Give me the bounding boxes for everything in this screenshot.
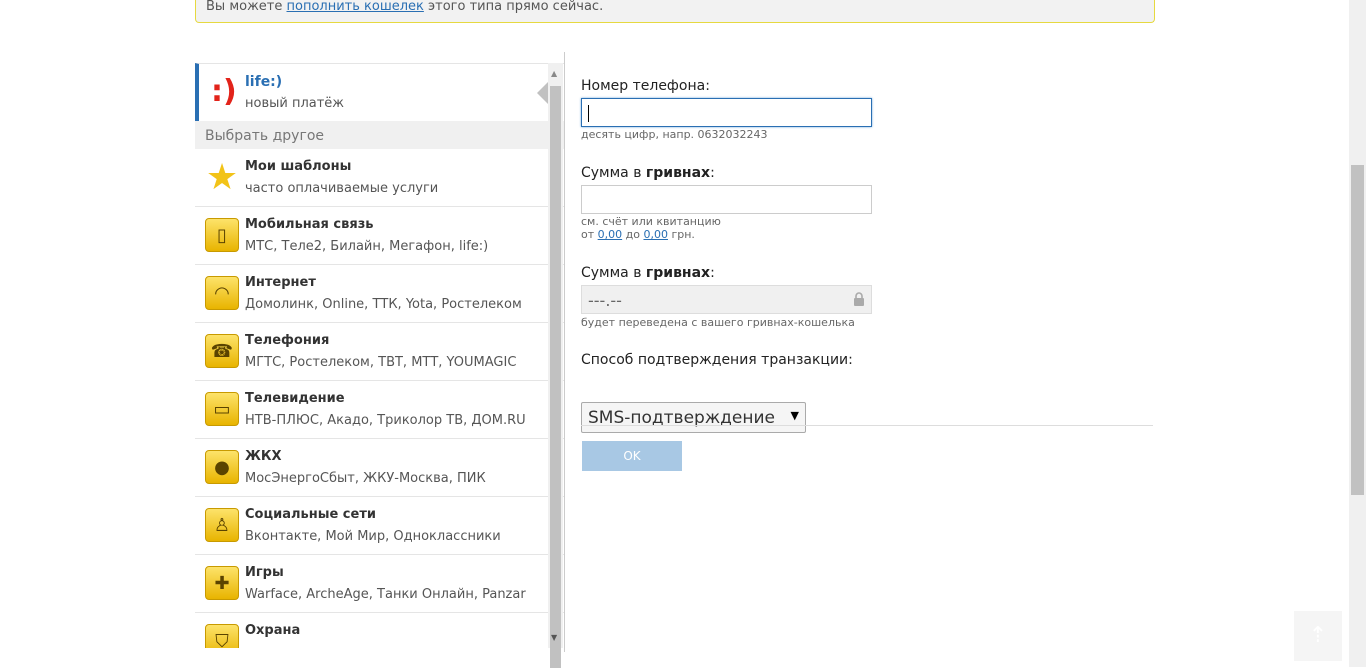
amount-hint-line2: от 0,00 до 0,00 грн. <box>581 228 721 241</box>
debit-amount-field: ---.-- <box>581 285 872 314</box>
amount-hint-to: до <box>622 228 644 241</box>
dropdown-arrow-icon: ▼ <box>790 409 799 422</box>
panel-divider <box>564 52 565 652</box>
category-item[interactable]: ▭ Телевидение НТВ-ПЛЮС, Акадо, Триколор ТВ… <box>195 381 564 439</box>
page-scrollbar[interactable] <box>1349 0 1366 667</box>
form-divider <box>581 425 1153 426</box>
amount-hint-from: от <box>581 228 598 241</box>
debit-label-prefix: Сумма в <box>581 265 646 281</box>
category-list: ★ Мои шаблоны часто оплачиваемые услуги ▯ Мо… <box>195 149 564 648</box>
category-desc: Домолинк, Online, ТТК, Yota, Ростелеком <box>245 297 522 312</box>
category-scroll-thumb[interactable] <box>550 86 561 668</box>
scroll-down-icon[interactable]: ▼ <box>551 633 557 642</box>
confirm-label: Способ подтверждения транзакции: <box>581 352 853 368</box>
notice-prefix: Вы можете <box>206 0 287 14</box>
phone-hint: десять цифр, напр. 0632032243 <box>581 128 768 141</box>
category-item[interactable]: ✚ Игры Warface, ArcheAge, Танки Онлайн, Pa… <box>195 555 564 613</box>
category-item[interactable]: ★ Мои шаблоны часто оплачиваемые услуги <box>195 149 564 207</box>
shield-icon: ⛉ <box>205 624 239 648</box>
category-title: Охрана <box>245 623 301 638</box>
lock-icon <box>854 292 864 306</box>
current-provider-sub: новый платёж <box>245 96 345 111</box>
category-title: Интернет <box>245 275 316 290</box>
category-item[interactable]: ⛉ Охрана <box>195 613 564 648</box>
amount-label-prefix: Сумма в <box>581 165 646 181</box>
category-title: Телефония <box>245 333 330 348</box>
selection-pointer <box>537 82 548 104</box>
debit-label-currency: гривнах <box>645 265 711 281</box>
amount-label-suffix: : <box>710 165 715 181</box>
lightbulb-icon: ● <box>205 450 239 484</box>
star-icon: ★ <box>205 156 239 198</box>
top-up-wallet-link[interactable]: пополнить кошелек <box>287 0 424 14</box>
text-caret <box>588 105 589 122</box>
choose-other-header: Выбрать другое <box>195 121 564 149</box>
people-icon: ♙ <box>205 508 239 542</box>
category-desc: МГТС, Ростелеком, ТВТ, МТТ, YOUMAGIC <box>245 355 517 370</box>
notice-suffix: этого типа прямо сейчас. <box>423 0 604 14</box>
tv-icon: ▭ <box>205 392 239 426</box>
category-desc: МТС, Теле2, Билайн, Мегафон, life:) <box>245 239 489 254</box>
category-title: Телевидение <box>245 391 345 406</box>
category-desc: НТВ-ПЛЮС, Акадо, Триколор ТВ, ДОМ.RU <box>245 413 526 428</box>
category-item[interactable]: ☎ Телефония МГТС, Ростелеком, ТВТ, МТТ, YO… <box>195 323 564 381</box>
category-scrollbar[interactable]: ▲ ▼ <box>548 63 563 668</box>
confirm-method-select[interactable]: SMS-подтверждение ▼ <box>581 402 806 433</box>
category-title: Мои шаблоны <box>245 159 352 174</box>
category-desc: МосЭнергоСбыт, ЖКУ-Москва, ПИК <box>245 471 486 486</box>
amount-input[interactable] <box>581 185 872 214</box>
debit-label: Сумма в гривнах: <box>581 265 715 281</box>
telephone-icon: ☎ <box>205 334 239 368</box>
arrow-up-icon: ⇡ <box>1308 623 1328 648</box>
category-title: Социальные сети <box>245 507 376 522</box>
amount-hint: см. счёт или квитанцию от 0,00 до 0,00 г… <box>581 215 721 241</box>
category-title: ЖКХ <box>245 449 282 464</box>
category-desc: часто оплачиваемые услуги <box>245 181 439 196</box>
amount-max-link[interactable]: 0,00 <box>643 228 668 241</box>
amount-label-currency: гривнах <box>645 165 711 181</box>
category-title: Игры <box>245 565 284 580</box>
amount-hint-line1: см. счёт или квитанцию <box>581 215 721 228</box>
debit-amount-value: ---.-- <box>588 291 622 310</box>
amount-label: Сумма в гривнах: <box>581 165 715 181</box>
phone-input[interactable] <box>581 98 872 127</box>
category-item[interactable]: ◠ Интернет Домолинк, Online, ТТК, Yota, Ро… <box>195 265 564 323</box>
scroll-up-icon[interactable]: ▲ <box>551 69 557 78</box>
category-desc: Warface, ArcheAge, Танки Онлайн, Panzar <box>245 587 526 602</box>
debit-hint: будет переведена с вашего гривнах-кошель… <box>581 316 855 329</box>
gamepad-icon: ✚ <box>205 566 239 600</box>
category-title: Мобильная связь <box>245 217 374 232</box>
phone-label: Номер телефона: <box>581 78 710 94</box>
scroll-to-top-button[interactable]: ⇡ <box>1294 611 1342 661</box>
ok-button[interactable]: OK <box>582 441 682 471</box>
amount-hint-currency: грн. <box>667 228 695 241</box>
wallet-notice: Вы можете пополнить кошелек этого типа п… <box>195 0 1155 23</box>
life-smiley-icon: :) <box>211 74 237 109</box>
wifi-icon: ◠ <box>205 276 239 310</box>
mobile-phone-icon: ▯ <box>205 218 239 252</box>
debit-label-suffix: : <box>710 265 715 281</box>
page-scroll-thumb[interactable] <box>1351 165 1364 495</box>
category-item[interactable]: ● ЖКХ МосЭнергоСбыт, ЖКУ-Москва, ПИК <box>195 439 564 497</box>
payment-category-panel: :) life:) новый платёж Выбрать другое ★ М… <box>195 63 564 648</box>
category-item[interactable]: ▯ Мобильная связь МТС, Теле2, Билайн, Мега… <box>195 207 564 265</box>
category-desc: Вконтакте, Мой Мир, Одноклассники <box>245 529 501 544</box>
amount-min-link[interactable]: 0,00 <box>598 228 623 241</box>
current-provider-name: life:) <box>245 74 283 90</box>
current-provider[interactable]: :) life:) новый платёж <box>195 63 564 121</box>
category-item[interactable]: ♙ Социальные сети Вконтакте, Мой Мир, Одно… <box>195 497 564 555</box>
phone-group: Номер телефона: <box>581 78 710 94</box>
